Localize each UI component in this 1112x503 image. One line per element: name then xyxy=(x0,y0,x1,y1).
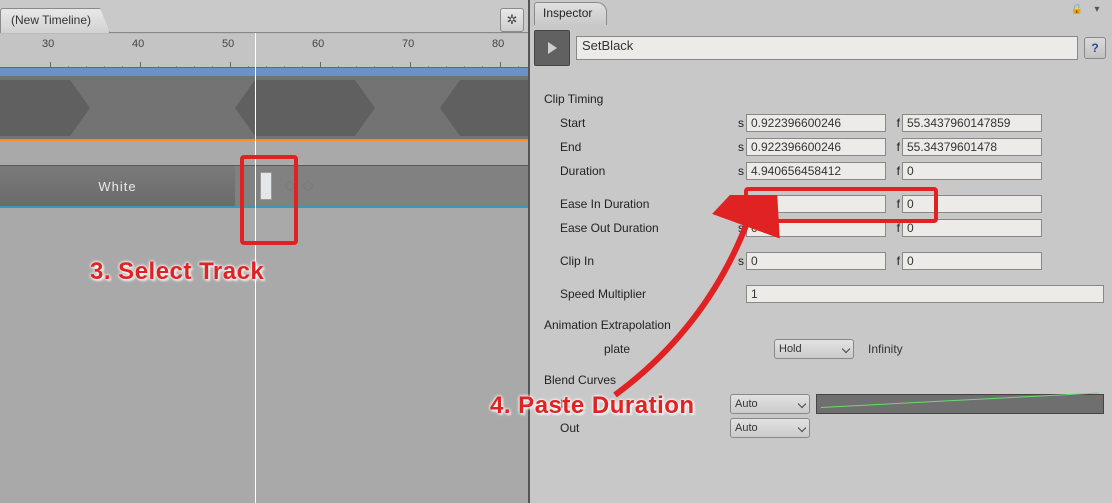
panel-menu-icon[interactable]: ▾ xyxy=(1088,2,1106,16)
duration-seconds-field[interactable]: 4.940656458412 xyxy=(746,162,886,180)
start-seconds-field[interactable]: 0.922396600246 xyxy=(746,114,886,132)
inspector-tab[interactable]: Inspector xyxy=(534,2,607,25)
clip-icon xyxy=(534,30,570,66)
section-blend-curves: Blend Curves xyxy=(544,373,1104,387)
activation-track[interactable]: White xyxy=(0,165,528,208)
tracks-area xyxy=(0,76,528,141)
inspector-panel: Inspector 🔒 ▾ SetBlack ? Clip Timing Sta… xyxy=(528,0,1112,503)
label-extrapolate: plate xyxy=(544,342,774,356)
unit-f: f xyxy=(886,116,900,130)
start-frames-field[interactable]: 55.3437960147859 xyxy=(902,114,1042,132)
clip-in-seconds-field[interactable]: 0 xyxy=(746,252,886,270)
label-ease-out: Ease Out Duration xyxy=(544,221,730,235)
ease-out-seconds-field[interactable]: 0 xyxy=(746,219,886,237)
duration-frames-field[interactable]: 0 xyxy=(902,162,1042,180)
label-start: Start xyxy=(544,116,730,130)
ease-in-seconds-field[interactable]: 0 xyxy=(746,195,886,213)
ease-out-frames-field[interactable]: 0 xyxy=(902,219,1042,237)
clip-in-frames-field[interactable]: 0 xyxy=(902,252,1042,270)
lock-icon[interactable]: 🔒 xyxy=(1068,2,1086,16)
clip-white[interactable]: White xyxy=(0,166,235,206)
section-clip-timing: Clip Timing xyxy=(544,92,1104,106)
animation-track[interactable] xyxy=(0,76,528,141)
timeline-panel: 🔒 ▾ (New Timeline) ✲ 304050607080 White xyxy=(0,0,528,503)
timeline-header: (New Timeline) ✲ xyxy=(0,0,528,33)
speed-multiplier-field[interactable]: 1 xyxy=(746,285,1104,303)
blend-out-dropdown[interactable]: Auto xyxy=(730,418,810,438)
ease-in-frames-field[interactable]: 0 xyxy=(902,195,1042,213)
unit-s: s xyxy=(730,116,744,130)
label-speed-multiplier: Speed Multiplier xyxy=(544,287,730,301)
section-anim-extrap: Animation Extrapolation xyxy=(544,318,1104,332)
annotation-text: 4. Paste Duration xyxy=(490,392,695,420)
label-end: End xyxy=(544,140,730,154)
inspector-tab-label: Inspector xyxy=(543,6,592,20)
end-seconds-field[interactable]: 0.922396600246 xyxy=(746,138,886,156)
extrapolate-infinity-label: Infinity xyxy=(868,342,903,356)
end-frames-field[interactable]: 55.34379601478 xyxy=(902,138,1042,156)
annotation-text: 3. Select Track xyxy=(90,258,264,286)
timeline-tab[interactable]: (New Timeline) xyxy=(0,8,110,33)
blend-in-curve-preview[interactable] xyxy=(816,394,1104,414)
label-clip-in: Clip In xyxy=(544,254,730,268)
track-divider xyxy=(0,139,528,141)
inspector-header: SetBlack ? xyxy=(534,28,1106,68)
label-duration: Duration xyxy=(544,164,730,178)
clip[interactable] xyxy=(0,80,90,136)
blend-in-dropdown[interactable]: Auto xyxy=(730,394,810,414)
extrapolate-dropdown[interactable]: Hold xyxy=(774,339,854,359)
label-blend-out: Out xyxy=(544,421,730,435)
gear-icon[interactable]: ✲ xyxy=(500,8,524,32)
label-ease-in: Ease In Duration xyxy=(544,197,730,211)
help-icon[interactable]: ? xyxy=(1084,37,1106,59)
clip[interactable] xyxy=(235,80,375,136)
selected-clip[interactable] xyxy=(260,172,272,200)
clip-name-field[interactable]: SetBlack xyxy=(576,36,1078,60)
